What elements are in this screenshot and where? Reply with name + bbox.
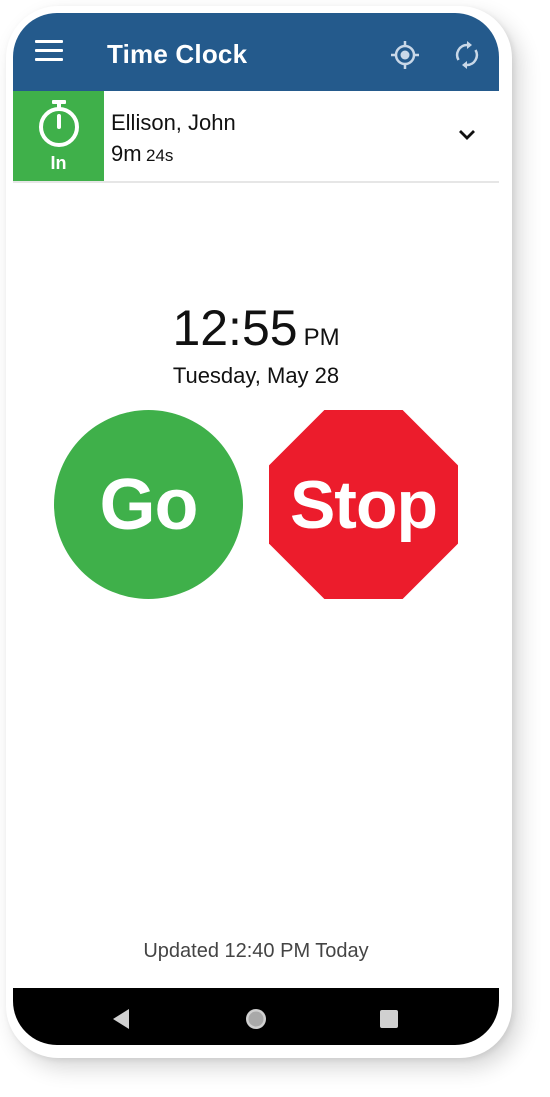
stop-label: Stop — [289, 466, 438, 543]
phone-screen: Time Clock In Ellison, John 9m 24s 12:55… — [13, 13, 499, 1045]
home-icon[interactable] — [245, 1008, 267, 1030]
current-date: Tuesday, May 28 — [172, 363, 340, 388]
elapsed-time: 9m 24s — [111, 141, 173, 167]
app-title: Time Clock — [107, 39, 248, 69]
current-time: 12:55 PM — [13, 299, 499, 357]
locate-icon[interactable] — [390, 40, 420, 70]
elapsed-minutes: 9m — [111, 141, 142, 166]
go-button[interactable]: Go — [54, 410, 243, 599]
elapsed-seconds: 24s — [146, 146, 174, 165]
status-label: In — [50, 153, 67, 173]
menu-icon[interactable] — [35, 40, 63, 64]
system-nav-bar — [13, 988, 499, 1045]
recents-icon[interactable] — [379, 1009, 399, 1029]
time-ampm: PM — [303, 324, 340, 351]
chevron-down-icon[interactable] — [458, 128, 476, 142]
last-updated: Updated 12:40 PM Today — [143, 940, 369, 962]
app-bar: Time Clock — [13, 13, 499, 91]
employee-name: Ellison, John — [111, 110, 236, 135]
back-icon[interactable] — [111, 1008, 131, 1030]
clock-status-badge: In — [13, 91, 104, 181]
go-label: Go — [99, 464, 199, 545]
user-selector[interactable]: In Ellison, John 9m 24s — [13, 91, 499, 183]
sync-icon[interactable] — [453, 41, 481, 69]
time-value: 12:55 — [172, 300, 298, 356]
stop-button[interactable]: Stop — [269, 410, 458, 599]
stopwatch-icon — [39, 100, 79, 147]
